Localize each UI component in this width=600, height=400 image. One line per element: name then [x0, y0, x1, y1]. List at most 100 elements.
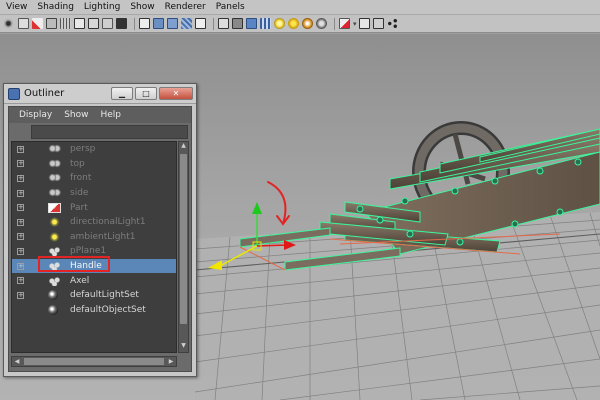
camera-icon	[48, 188, 61, 199]
outliner-item-label: defaultLightSet	[70, 290, 139, 301]
expand-plus-icon[interactable]: +	[17, 247, 24, 255]
scroll-thumb[interactable]	[24, 358, 164, 365]
outliner-item-label: ambientLight1	[70, 231, 136, 242]
ambient-occlusion-icon[interactable]	[316, 18, 327, 29]
outliner-horizontal-scrollbar[interactable]: ◀ ▶	[11, 356, 177, 367]
camera-icon	[48, 173, 61, 184]
wireframe-cube-icon[interactable]	[218, 18, 229, 29]
expand-plus-icon[interactable]: +	[17, 204, 24, 212]
minimize-button[interactable]: ▁	[111, 87, 133, 100]
set-icon	[48, 304, 58, 315]
expand-plus-icon[interactable]: +	[17, 218, 24, 226]
scroll-left-icon[interactable]: ◀	[12, 357, 22, 366]
toolbar-separator	[134, 17, 135, 30]
group-icon	[48, 275, 61, 286]
expand-plus-icon[interactable]: +	[17, 291, 24, 299]
textured-cube-icon[interactable]	[246, 18, 257, 29]
outliner-filter-input[interactable]	[31, 125, 188, 139]
wireframe-shading-icon[interactable]	[139, 18, 150, 29]
ambient-light-icon	[48, 231, 61, 242]
toolbar-separator	[213, 17, 214, 30]
menu-renderer[interactable]: Renderer	[165, 2, 206, 12]
outliner-item[interactable]: + ambientLight1	[12, 230, 176, 245]
image-plane-icon[interactable]	[46, 18, 57, 29]
expand-plus-icon[interactable]: +	[17, 262, 24, 270]
menu-display[interactable]: Display	[19, 110, 52, 120]
menu-lighting[interactable]: Lighting	[84, 2, 120, 12]
scroll-up-icon[interactable]: ▲	[179, 142, 188, 152]
outliner-item[interactable]: + Handle	[12, 258, 176, 274]
resolution-gate-icon[interactable]	[88, 18, 99, 29]
outliner-body: Display Show Help + persp + top + front + side +…	[8, 106, 192, 372]
window-title: Outliner	[24, 88, 65, 99]
outliner-item[interactable]: + Axel	[12, 273, 176, 288]
outliner-item[interactable]: + Part	[12, 200, 176, 215]
textured-icon[interactable]	[181, 18, 192, 29]
outliner-item[interactable]: + front	[12, 171, 176, 186]
outliner-item-label: defaultObjectSet	[70, 304, 146, 315]
expand-plus-icon[interactable]: +	[17, 189, 24, 197]
text-t-icon[interactable]	[195, 18, 206, 29]
outliner-window: Outliner ▁ □ ✕ Display Show Help + persp +…	[3, 83, 197, 377]
maya-app-icon	[8, 87, 20, 100]
grid-toggle-icon[interactable]	[60, 18, 71, 29]
menu-show[interactable]: Show	[130, 2, 154, 12]
outliner-item[interactable]: + top	[12, 157, 176, 172]
expand-plus-icon[interactable]: +	[17, 277, 24, 285]
xray-joints-icon[interactable]	[372, 18, 384, 29]
close-button[interactable]: ✕	[159, 87, 193, 100]
expand-plus-icon[interactable]: +	[17, 145, 24, 153]
outliner-item-label: Axel	[70, 275, 90, 286]
scroll-right-icon[interactable]: ▶	[166, 357, 176, 366]
outliner-item[interactable]: + directionalLight1	[12, 215, 176, 230]
xray-icon[interactable]	[358, 18, 370, 29]
outliner-item-label: side	[70, 188, 89, 199]
set-icon	[48, 290, 58, 301]
shadows-icon[interactable]	[302, 18, 313, 29]
outliner-vertical-scrollbar[interactable]: ▲ ▼	[178, 141, 189, 353]
maximize-icon: □	[142, 89, 150, 98]
all-lights-icon[interactable]	[288, 18, 299, 29]
outliner-item[interactable]: + pPlane1	[12, 244, 176, 259]
outliner-item[interactable]: + persp	[12, 142, 176, 157]
outliner-item[interactable]: + side	[12, 186, 176, 201]
camera-select-icon[interactable]	[4, 18, 15, 29]
checker-cube-icon[interactable]	[260, 18, 271, 29]
outliner-item-label: front	[70, 173, 92, 184]
share-nodes-icon[interactable]	[386, 18, 398, 29]
group-icon	[48, 246, 61, 257]
menu-show[interactable]: Show	[64, 110, 88, 120]
smooth-shading-icon[interactable]	[153, 18, 164, 29]
default-light-icon[interactable]	[274, 18, 285, 29]
menu-panels[interactable]: Panels	[216, 2, 245, 12]
film-gate-icon[interactable]	[74, 18, 85, 29]
menu-help[interactable]: Help	[100, 110, 121, 120]
menu-view[interactable]: View	[6, 2, 27, 12]
outliner-item[interactable]: defaultObjectSet	[12, 303, 176, 318]
safe-action-icon[interactable]	[102, 18, 113, 29]
menu-shading[interactable]: Shading	[37, 2, 74, 12]
scroll-down-icon[interactable]: ▼	[179, 342, 188, 352]
isolate-select-icon[interactable]	[339, 18, 350, 29]
camera-attributes-icon[interactable]	[18, 18, 29, 29]
expand-plus-icon[interactable]: +	[17, 174, 24, 182]
safe-title-icon[interactable]	[116, 18, 127, 29]
outliner-item-label: Part	[70, 202, 88, 213]
maximize-button[interactable]: □	[135, 87, 157, 100]
wireframe-on-shaded-icon[interactable]	[167, 18, 178, 29]
camera-icon	[48, 158, 61, 169]
expand-plus-icon[interactable]: +	[17, 233, 24, 241]
expand-plus-icon[interactable]: +	[17, 160, 24, 168]
directional-light-icon	[48, 217, 61, 228]
scroll-thumb[interactable]	[180, 154, 187, 324]
outliner-titlebar[interactable]: Outliner ▁ □ ✕	[4, 84, 196, 104]
bookmark-icon[interactable]	[32, 18, 43, 29]
outliner-item-label: pPlane1	[70, 246, 107, 257]
outliner-list: + persp + top + front + side + Part + directionalLi…	[11, 141, 177, 353]
shaded-cube-icon[interactable]	[232, 18, 243, 29]
viewport-menubar: View Shading Lighting Show Renderer Pane…	[0, 0, 600, 15]
outliner-item-label: directionalLight1	[70, 217, 146, 228]
toolbar-separator	[334, 17, 335, 30]
outliner-item[interactable]: + defaultLightSet	[12, 288, 176, 303]
isolate-dropdown-icon[interactable]: ▾	[353, 20, 357, 28]
